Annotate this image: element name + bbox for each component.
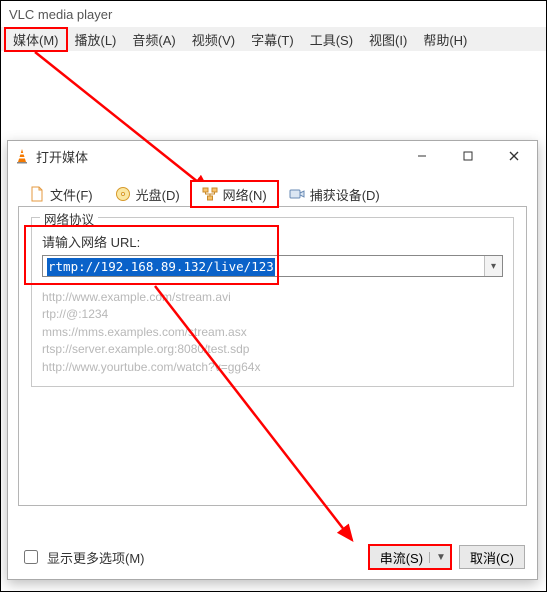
menu-tools[interactable]: 工具(S)	[302, 28, 361, 51]
menu-view[interactable]: 视图(I)	[361, 28, 415, 51]
example-line: rtp://@:1234	[42, 306, 503, 323]
more-options-row: 显示更多选项(M)	[20, 547, 145, 567]
stream-button-label: 串流(S)	[380, 548, 423, 567]
capture-icon	[289, 186, 305, 202]
menu-help[interactable]: 帮助(H)	[415, 28, 475, 51]
maximize-button[interactable]	[445, 141, 491, 171]
network-protocol-group: 网络协议 请输入网络 URL: rtmp://192.168.89.132/li…	[31, 217, 514, 387]
menu-playback[interactable]: 播放(L)	[67, 28, 125, 51]
tabs-row: 文件(F) 光盘(D) 网络(N) 捕获设备(D)	[18, 179, 527, 207]
url-label: 请输入网络 URL:	[42, 232, 503, 251]
dialog-button-row: 串流(S) ▼ 取消(C)	[369, 545, 525, 569]
tab-disc-label: 光盘(D)	[136, 185, 180, 204]
stream-button[interactable]: 串流(S) ▼	[369, 545, 451, 569]
main-menubar: 媒体(M) 播放(L) 音频(A) 视频(V) 字幕(T) 工具(S) 视图(I…	[1, 27, 546, 51]
tab-disc[interactable]: 光盘(D)	[104, 181, 191, 207]
more-options-label: 显示更多选项(M)	[47, 548, 145, 567]
tab-network-pane: 网络协议 请输入网络 URL: rtmp://192.168.89.132/li…	[18, 206, 527, 506]
tab-capture[interactable]: 捕获设备(D)	[278, 181, 391, 207]
tab-capture-label: 捕获设备(D)	[310, 185, 380, 204]
example-line: mms://mms.examples.com/stream.asx	[42, 324, 503, 341]
chevron-down-icon[interactable]: ▼	[429, 552, 446, 563]
close-button[interactable]	[491, 141, 537, 171]
more-options-checkbox[interactable]	[24, 550, 38, 564]
example-line: http://www.yourtube.com/watch?v=gg64x	[42, 359, 503, 376]
cancel-button-label: 取消(C)	[470, 548, 514, 567]
app-title: VLC media player	[9, 7, 112, 22]
cancel-button[interactable]: 取消(C)	[459, 545, 525, 569]
example-line: rtsp://server.example.org:8080/test.sdp	[42, 341, 503, 358]
main-titlebar: VLC media player	[1, 1, 546, 27]
network-icon	[202, 186, 218, 202]
example-line: http://www.example.com/stream.avi	[42, 289, 503, 306]
file-icon	[29, 186, 45, 202]
url-combobox[interactable]: rtmp://192.168.89.132/live/123 ▾	[42, 255, 503, 277]
open-media-dialog: 打开媒体 文件(F) 光盘(D) 网络(N) 捕获设备(D)	[7, 140, 538, 580]
menu-media[interactable]: 媒体(M)	[5, 28, 67, 51]
vlc-cone-icon	[14, 148, 30, 164]
url-input[interactable]	[43, 256, 484, 276]
tab-network-label: 网络(N)	[223, 185, 267, 204]
dialog-titlebar: 打开媒体	[8, 141, 537, 171]
chevron-down-icon[interactable]: ▾	[484, 256, 502, 276]
dialog-title: 打开媒体	[36, 147, 88, 166]
menu-subtitle[interactable]: 字幕(T)	[243, 28, 302, 51]
url-examples: http://www.example.com/stream.avi rtp://…	[42, 289, 503, 376]
tab-network[interactable]: 网络(N)	[191, 181, 278, 207]
minimize-button[interactable]	[399, 141, 445, 171]
tab-file[interactable]: 文件(F)	[18, 181, 104, 207]
menu-audio[interactable]: 音频(A)	[124, 28, 183, 51]
disc-icon	[115, 186, 131, 202]
group-title: 网络协议	[40, 209, 98, 228]
menu-video[interactable]: 视频(V)	[184, 28, 243, 51]
tab-file-label: 文件(F)	[50, 185, 93, 204]
